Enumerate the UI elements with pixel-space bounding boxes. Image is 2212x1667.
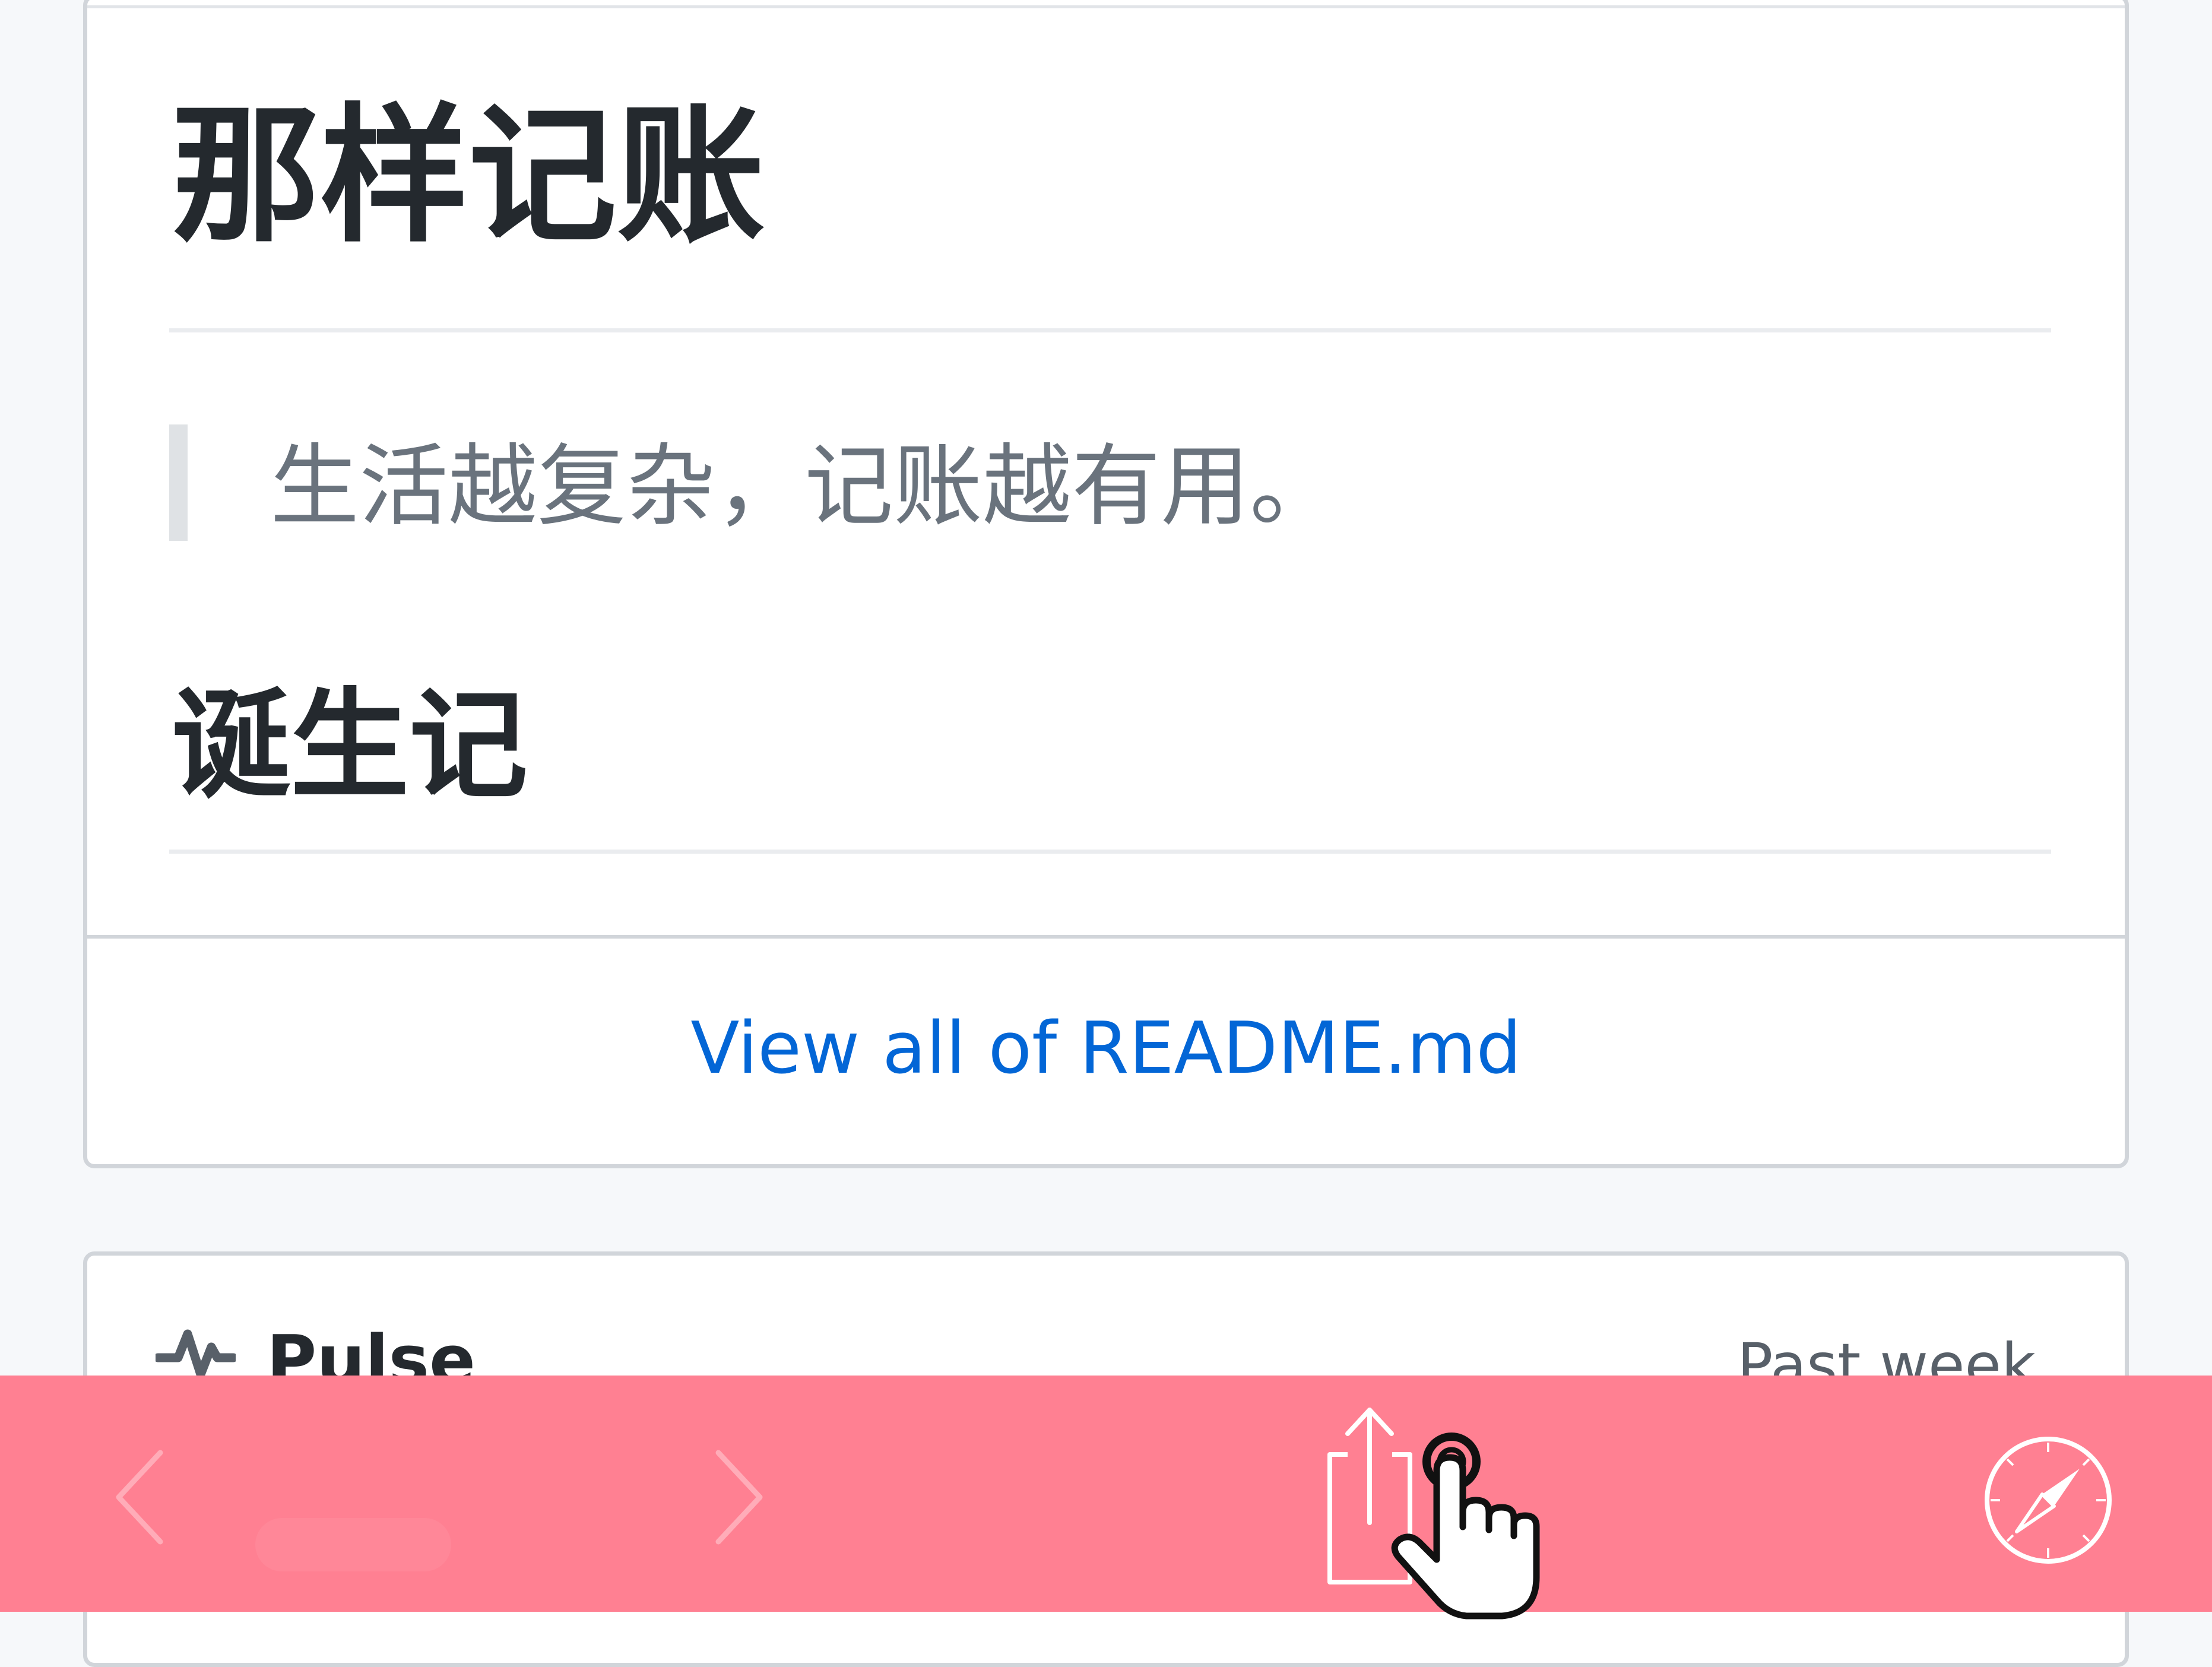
blockquote-text: 生活越复杂，记账越有用。 — [270, 435, 1339, 538]
back-button[interactable] — [101, 1441, 184, 1554]
pulse-icon — [156, 1329, 236, 1379]
blockquote-bar — [169, 424, 188, 541]
chevron-left-icon — [116, 1450, 163, 1545]
readme-heading: 那样记账 — [172, 90, 765, 262]
toolbar-ghost-shape — [255, 1518, 451, 1571]
chevron-right-icon — [715, 1450, 763, 1545]
subheading-divider — [169, 850, 2051, 854]
readme-blockquote: 生活越复杂，记账越有用。 — [169, 424, 2051, 541]
readme-subheading: 诞生记 — [172, 677, 528, 815]
readme-top-divider — [87, 5, 2125, 8]
forward-button[interactable] — [695, 1441, 778, 1554]
open-in-safari-button[interactable] — [1980, 1432, 2116, 1568]
readme-footer: View all of README.md — [87, 935, 2125, 1164]
view-all-readme-link[interactable]: View all of README.md — [690, 1013, 1521, 1085]
readme-card: 那样记账 生活越复杂，记账越有用。 诞生记 View all of README… — [83, 0, 2129, 1168]
hand-pointer-icon — [1391, 1433, 1540, 1620]
compass-icon — [1985, 1437, 2112, 1564]
browser-toolbar — [0, 1376, 2212, 1620]
heading-divider — [169, 328, 2051, 332]
